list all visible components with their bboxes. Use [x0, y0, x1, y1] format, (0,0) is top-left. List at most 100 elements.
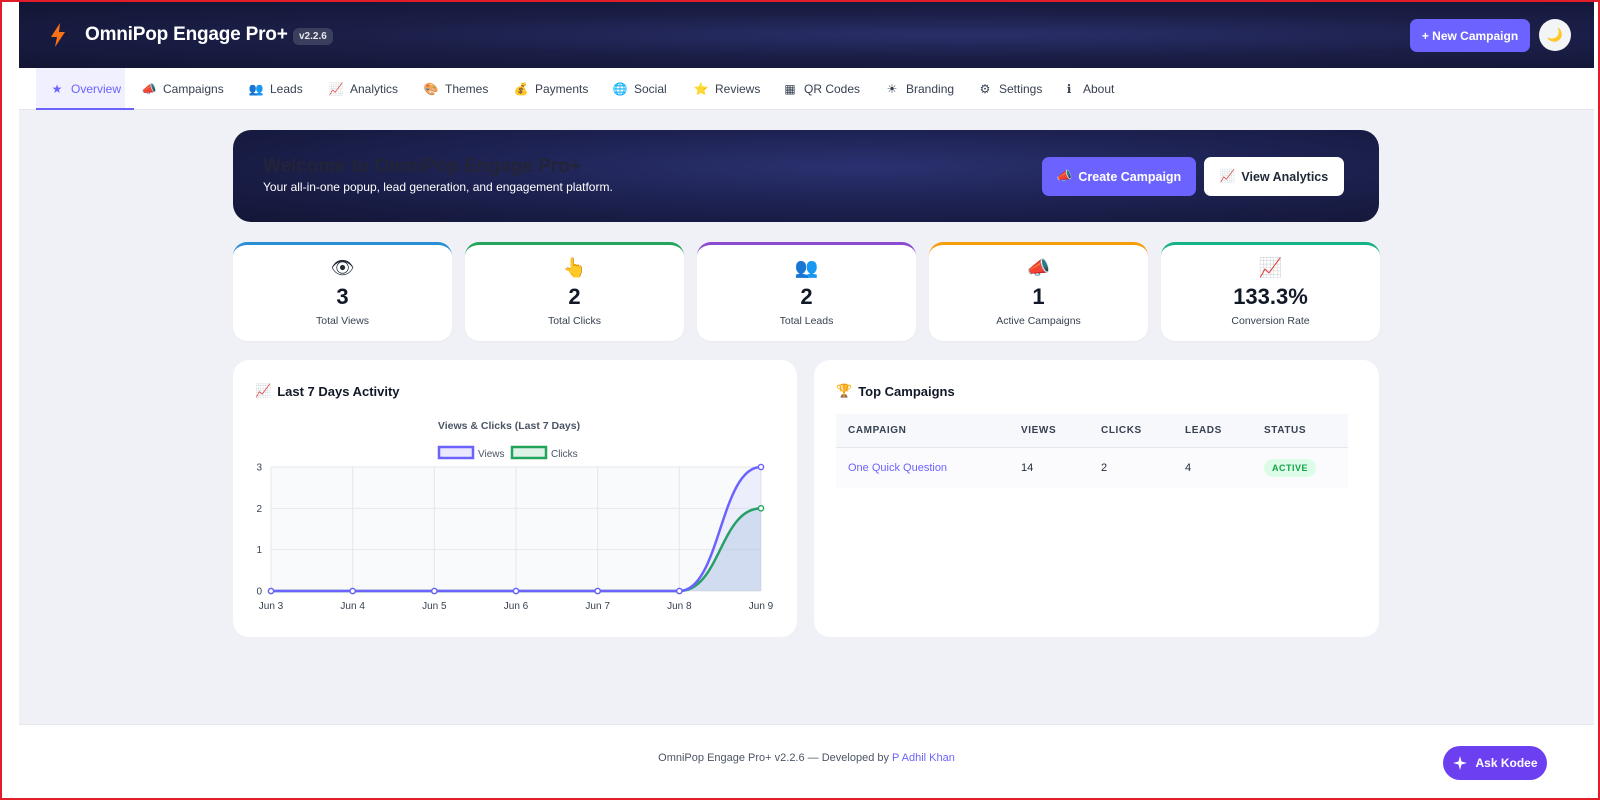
megaphone-icon: 📣	[1026, 258, 1051, 279]
column-header-campaign[interactable]: CAMPAIGN	[848, 414, 907, 447]
tab-reviews[interactable]: ⭐ Reviews	[693, 68, 761, 110]
main-nav-tabs: ★ Overview 📣 Campaigns 👥 Leads 📈 Analyti…	[19, 68, 1594, 110]
create-campaign-label: Create Campaign	[1078, 169, 1182, 184]
footer-credits: OmniPop Engage Pro+ v2.2.6 — Developed b…	[19, 752, 1594, 764]
x-tick-label: Jun 9	[749, 601, 774, 612]
stat-value: 133.3%	[1233, 284, 1308, 309]
moon-icon: 🌙	[1546, 27, 1564, 42]
tab-payments[interactable]: 💰 Payments	[513, 68, 589, 110]
tab-label: Campaigns	[163, 82, 224, 96]
campaign-status: ACTIVE	[1264, 448, 1317, 488]
people-icon: 👥	[794, 258, 819, 279]
campaign-views: 14	[1021, 462, 1034, 474]
data-point-views	[676, 587, 683, 595]
tab-label: Reviews	[715, 82, 761, 96]
tab-label: Analytics	[350, 82, 399, 96]
app-window: OmniPop Engage Pro+ v2.2.6 + New Campaig…	[19, 2, 1594, 798]
legend-swatch	[510, 445, 548, 460]
table-header: CAMPAIGN VIEWS CLICKS LEADS STATUS	[836, 414, 1348, 448]
stat-card-total-views: 👁 3 Total Views	[233, 242, 452, 341]
x-tick-label: Jun 3	[259, 601, 284, 612]
app-brand: OmniPop Engage Pro+	[85, 24, 288, 45]
tab-label: About	[1083, 82, 1115, 96]
tab-social[interactable]: 🌐 Social	[612, 68, 667, 110]
tab-analytics[interactable]: 📈 Analytics	[328, 68, 399, 110]
y-tick-label: 1	[256, 545, 262, 556]
pointing-hand-icon: 👆	[562, 258, 587, 279]
tab-label: Payments	[535, 82, 589, 96]
tab-label: Social	[634, 82, 667, 96]
trophy-icon: 🏆	[836, 383, 853, 398]
top-header: OmniPop Engage Pro+ v2.2.6 + New Campaig…	[19, 2, 1594, 68]
tab-label: Overview	[71, 82, 122, 96]
tab-branding[interactable]: ☀ Branding	[884, 68, 954, 110]
theme-toggle-button[interactable]: 🌙	[1539, 19, 1571, 51]
x-tick-label: Jun 8	[667, 601, 692, 612]
stat-value: 2	[800, 284, 813, 309]
gear-icon: ⚙	[979, 82, 991, 96]
x-tick-label: Jun 4	[340, 601, 365, 612]
bolt-logo-icon	[51, 23, 65, 47]
globe-icon: 🌐	[612, 82, 628, 96]
tab-themes[interactable]: 🎨 Themes	[423, 68, 489, 110]
welcome-title: Welcome to OmniPop Engage Pro+	[263, 156, 581, 177]
column-header-status[interactable]: STATUS	[1264, 414, 1306, 447]
tab-label: Settings	[999, 82, 1043, 96]
chart-increasing-icon: 📈	[1258, 258, 1283, 279]
data-point-views	[267, 587, 275, 595]
megaphone-icon: 📣	[1056, 169, 1073, 183]
stat-card-total-leads: 👥 2 Total Leads	[697, 242, 916, 341]
welcome-subtitle: Your all-in-one popup, lead generation, …	[263, 180, 613, 194]
tab-label: Branding	[906, 82, 955, 96]
table-row[interactable]: One Quick Question 14 2 4 ACTIVE	[836, 448, 1348, 488]
new-campaign-button[interactable]: + New Campaign	[1410, 19, 1530, 52]
tab-label: QR Codes	[804, 82, 861, 96]
tab-campaigns[interactable]: 📣 Campaigns	[141, 68, 224, 110]
sparkle-icon	[1453, 756, 1468, 770]
tab-label: Themes	[445, 82, 489, 96]
top-campaigns-panel: 🏆 Top Campaigns CAMPAIGN VIEWS CLICKS LE…	[814, 360, 1379, 637]
x-tick-label: Jun 7	[585, 601, 610, 612]
qr-code-icon: ▦	[784, 82, 796, 96]
version-badge: v2.2.6	[293, 28, 333, 45]
data-point-views	[349, 587, 356, 595]
chart-title: Views & Clicks (Last 7 Days)	[438, 420, 580, 432]
x-tick-label: Jun 5	[422, 601, 447, 612]
star-filled-icon: ⭐	[693, 82, 709, 96]
stat-label: Total Leads	[779, 315, 834, 327]
tab-about[interactable]: ℹ About	[1061, 68, 1115, 110]
activity-line-chart: Views & Clicks (Last 7 Days) Views Clicks 0…	[256, 420, 774, 612]
column-header-clicks[interactable]: CLICKS	[1101, 414, 1142, 447]
legend-label: Clicks	[551, 449, 578, 460]
campaign-name-link[interactable]: One Quick Question	[848, 448, 947, 488]
tab-overview[interactable]: ★ Overview	[35, 68, 135, 110]
star-icon: ★	[51, 82, 63, 96]
palette-icon: 🎨	[423, 82, 439, 96]
eye-icon: 👁	[330, 258, 355, 279]
campaigns-table: CAMPAIGN VIEWS CLICKS LEADS STATUS One Q…	[836, 414, 1348, 488]
megaphone-icon: 📣	[141, 82, 157, 96]
column-header-views[interactable]: VIEWS	[1021, 414, 1056, 447]
ask-kodee-button[interactable]: Ask Kodee	[1443, 746, 1547, 780]
welcome-banner: Welcome to OmniPop Engage Pro+ Your all-…	[233, 130, 1379, 222]
stat-card-active-campaigns: 📣 1 Active Campaigns	[929, 242, 1148, 341]
page-footer: OmniPop Engage Pro+ v2.2.6 — Developed b…	[19, 724, 1594, 798]
stat-label: Active Campaigns	[996, 315, 1081, 327]
chart-icon: 📈	[1219, 169, 1236, 183]
y-tick-label: 2	[256, 504, 262, 515]
stat-card-total-clicks: 👆 2 Total Clicks	[465, 242, 684, 341]
stat-card-conversion-rate: 📈 133.3% Conversion Rate	[1161, 242, 1380, 341]
campaign-leads: 4	[1185, 462, 1192, 474]
y-tick-label: 0	[256, 587, 262, 598]
tab-qr-codes[interactable]: ▦ QR Codes	[782, 68, 860, 110]
tab-settings[interactable]: ⚙ Settings	[977, 68, 1043, 110]
top-campaigns-title: 🏆 Top Campaigns	[836, 383, 955, 399]
view-analytics-button[interactable]: 📈 View Analytics	[1204, 157, 1344, 196]
column-header-leads[interactable]: LEADS	[1185, 414, 1222, 447]
tab-leads[interactable]: 👥 Leads	[248, 68, 303, 110]
data-point-views	[431, 587, 438, 595]
developer-link[interactable]: P Adhil Khan	[892, 752, 955, 764]
status-badge: ACTIVE	[1264, 459, 1317, 477]
create-campaign-button[interactable]: 📣 Create Campaign	[1042, 157, 1196, 196]
footer-text: OmniPop Engage Pro+ v2.2.6 — Developed b…	[658, 752, 893, 764]
